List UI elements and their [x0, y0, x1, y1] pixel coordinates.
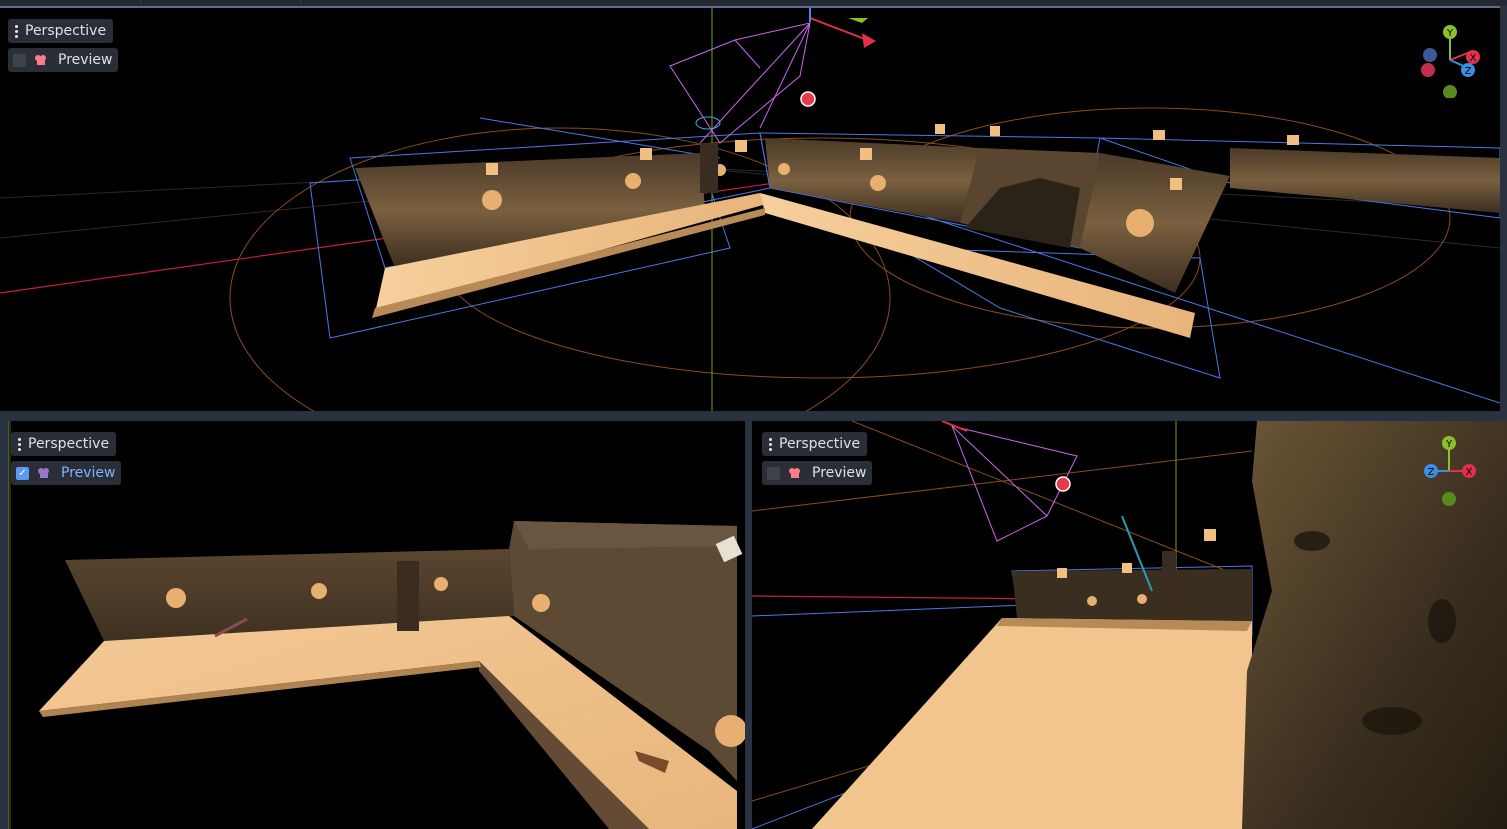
- viewport-menu-label: Perspective: [779, 436, 861, 452]
- camera-preview-icon: [789, 468, 800, 478]
- kebab-menu-icon: [13, 24, 19, 39]
- viewport-menu-label: Perspective: [25, 23, 107, 39]
- preview-toggle[interactable]: Preview: [762, 461, 872, 485]
- checkbox-icon[interactable]: [13, 53, 26, 67]
- viewport-bottom-left[interactable]: Perspective ✓ Preview: [8, 421, 745, 829]
- preview-label: Preview: [61, 465, 116, 481]
- camera-preview-icon: [38, 468, 49, 478]
- kebab-menu-icon: [767, 437, 773, 452]
- viewport-menu-label: Perspective: [28, 436, 110, 452]
- viewport-splitter-horizontal[interactable]: [0, 411, 1507, 421]
- svg-text:Y: Y: [1446, 28, 1454, 39]
- preview-toggle[interactable]: Preview: [8, 48, 118, 72]
- svg-text:X: X: [1470, 53, 1477, 64]
- viewport-menu-button[interactable]: Perspective: [762, 432, 868, 456]
- viewport-top[interactable]: Perspective Preview Y X Z: [0, 6, 1500, 413]
- orientation-gizmo-icon[interactable]: Y X Z: [1417, 433, 1481, 509]
- svg-text:Y: Y: [1445, 439, 1453, 450]
- svg-text:Z: Z: [1428, 467, 1435, 478]
- checkbox-icon[interactable]: [767, 466, 780, 480]
- svg-text:X: X: [1466, 467, 1473, 478]
- viewport-splitter-vertical[interactable]: [744, 414, 752, 829]
- viewport-bottom-right[interactable]: Perspective Preview Y X Z: [752, 421, 1507, 829]
- kebab-menu-icon: [16, 437, 22, 452]
- viewport-top-scene: [0, 8, 1500, 413]
- preview-label: Preview: [812, 465, 867, 481]
- preview-toggle[interactable]: ✓ Preview: [11, 461, 121, 485]
- checkbox-icon[interactable]: ✓: [16, 466, 29, 480]
- svg-text:Z: Z: [1465, 66, 1472, 77]
- viewport-menu-button[interactable]: Perspective: [8, 19, 114, 43]
- camera-preview-icon: [35, 55, 46, 65]
- orientation-gizmo-icon[interactable]: Y X Z: [1418, 22, 1482, 98]
- viewport-menu-button[interactable]: Perspective: [11, 432, 117, 456]
- preview-label: Preview: [58, 52, 113, 68]
